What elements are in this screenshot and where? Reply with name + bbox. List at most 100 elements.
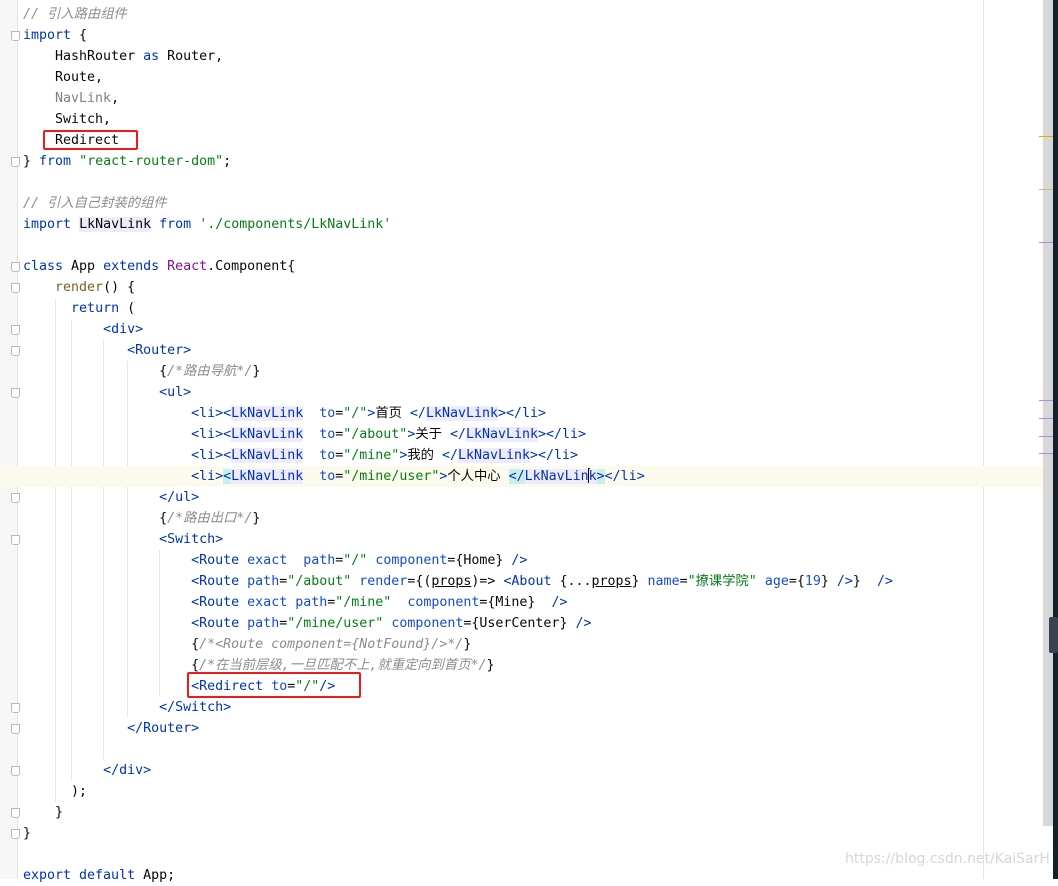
code-line[interactable]: {/*路由出口*/} — [23, 508, 1043, 529]
code-line[interactable]: // 引入路由组件 — [23, 4, 1043, 25]
code-token: /*在当前层级,一旦匹配不上,就重定向到首页*/ — [199, 658, 487, 673]
fold-icon[interactable] — [11, 31, 20, 41]
code-line[interactable]: <Redirect to="/"/> — [23, 676, 1043, 697]
code-line[interactable]: {/*<Route component={NotFound}/>*/} — [23, 634, 1043, 655]
code-line[interactable]: <li><LkNavLink to="/">首页 </LkNavLink></l… — [23, 403, 1043, 424]
scrollbar-thumb[interactable] — [1049, 617, 1058, 653]
code-token: ); — [23, 784, 88, 799]
code-line[interactable] — [23, 739, 1043, 760]
code-token: </ul> — [159, 490, 200, 505]
code-line[interactable]: import { — [23, 25, 1043, 46]
code-token: "/mine" — [335, 595, 392, 610]
code-token: } — [631, 574, 648, 589]
code-token: { — [23, 511, 168, 526]
code-token: <Route — [191, 616, 248, 631]
code-token: ={ — [788, 574, 805, 589]
code-token: .Component{ — [207, 259, 296, 274]
code-line[interactable] — [23, 235, 1043, 256]
code-line[interactable]: } — [23, 802, 1043, 823]
code-line[interactable]: <Router> — [23, 340, 1043, 361]
code-token: ={( — [407, 574, 432, 589]
code-line[interactable]: <Switch> — [23, 529, 1043, 550]
code-line[interactable]: </Switch> — [23, 697, 1043, 718]
code-token: {... — [559, 574, 592, 589]
code-line[interactable]: Redirect — [23, 130, 1043, 151]
code-line[interactable]: NavLink, — [23, 88, 1043, 109]
code-token: to — [319, 427, 336, 442]
code-line[interactable] — [23, 172, 1043, 193]
code-token: () { — [103, 280, 136, 295]
code-line[interactable]: {/*路由导航*/} — [23, 361, 1043, 382]
code-token: </Router> — [127, 721, 200, 736]
code-token: </ — [441, 448, 458, 463]
code-editor[interactable]: // 引入路由组件 import { HashRouter as Router, … — [0, 4, 1043, 886]
code-line[interactable]: <li><LkNavLink to="/mine/user">个人中心 </Lk… — [0, 466, 1043, 487]
code-line[interactable]: export default App; — [23, 865, 1043, 886]
code-line[interactable]: <Route exact path="/mine" component={Min… — [23, 592, 1043, 613]
code-line[interactable]: } — [23, 823, 1043, 844]
code-token: 我的 — [407, 448, 442, 463]
code-token: </ — [449, 427, 466, 442]
code-line[interactable]: </Router> — [23, 718, 1043, 739]
code-token: <li>< — [191, 448, 232, 463]
code-line[interactable]: <li><LkNavLink to="/about">关于 </LkNavLin… — [23, 424, 1043, 445]
code-token: </Switch> — [159, 700, 232, 715]
code-line[interactable]: } from "react-router-dom"; — [23, 151, 1043, 172]
code-token: /> — [876, 574, 893, 589]
code-token: </ — [409, 406, 426, 421]
fold-icon[interactable] — [11, 703, 20, 713]
code-token: } — [23, 154, 40, 169]
fold-icon[interactable] — [11, 493, 20, 503]
code-line[interactable]: return ( — [23, 298, 1043, 319]
code-line[interactable]: <Route path="/about" render={(props)=> <… — [23, 571, 1043, 592]
code-token: } — [463, 637, 472, 652]
fold-icon[interactable] — [11, 325, 20, 335]
code-line[interactable]: <Route path="/mine/user" component={User… — [23, 613, 1043, 634]
code-token: 关于 — [415, 427, 450, 442]
code-token: // 引入路由组件 — [23, 7, 127, 22]
code-line[interactable]: HashRouter as Router, — [23, 46, 1043, 67]
code-line[interactable]: render() { — [23, 277, 1043, 298]
fold-icon[interactable] — [11, 724, 20, 734]
code-token: <Route — [191, 595, 248, 610]
editor-gutter — [0, 0, 18, 879]
code-token: } — [486, 658, 495, 673]
code-line[interactable]: <Route exact path="/" component={Home} /… — [23, 550, 1043, 571]
code-line[interactable]: {/*在当前层级,一旦匹配不上,就重定向到首页*/} — [23, 655, 1043, 676]
code-line[interactable]: Route, — [23, 67, 1043, 88]
highlight-box-redirect-element — [187, 672, 361, 698]
code-token: component — [391, 616, 464, 631]
fold-icon[interactable] — [11, 829, 20, 839]
fold-icon[interactable] — [11, 283, 20, 293]
code-line[interactable]: // 引入自己封装的组件 — [23, 193, 1043, 214]
code-token: to — [319, 448, 336, 463]
code-line[interactable]: Switch, — [23, 109, 1043, 130]
fold-icon[interactable] — [11, 388, 20, 398]
code-line[interactable]: </ul> — [23, 487, 1043, 508]
code-line[interactable]: </div> — [23, 760, 1043, 781]
fold-icon[interactable] — [11, 535, 20, 545]
code-line[interactable]: ); — [23, 781, 1043, 802]
code-token: LkNavLink — [231, 469, 304, 484]
code-token: "/" — [343, 406, 368, 421]
code-token: </li> — [604, 469, 645, 484]
fold-icon[interactable] — [11, 157, 20, 167]
code-line[interactable]: <div> — [23, 319, 1043, 340]
code-token: "/about" — [287, 574, 352, 589]
fold-icon[interactable] — [11, 808, 20, 818]
code-line[interactable]: class App extends React.Component{ — [23, 256, 1043, 277]
code-line[interactable]: <ul> — [23, 382, 1043, 403]
code-token: render — [359, 574, 408, 589]
fold-icon[interactable] — [11, 262, 20, 272]
code-token: "/mine/user" — [287, 616, 384, 631]
fold-icon[interactable] — [11, 766, 20, 776]
code-token: React — [167, 259, 208, 274]
code-line[interactable]: <li><LkNavLink to="/mine">我的 </LkNavLink… — [23, 445, 1043, 466]
fold-icon[interactable] — [11, 346, 20, 356]
code-line[interactable]: import LkNavLink from './components/LkNa… — [23, 214, 1043, 235]
